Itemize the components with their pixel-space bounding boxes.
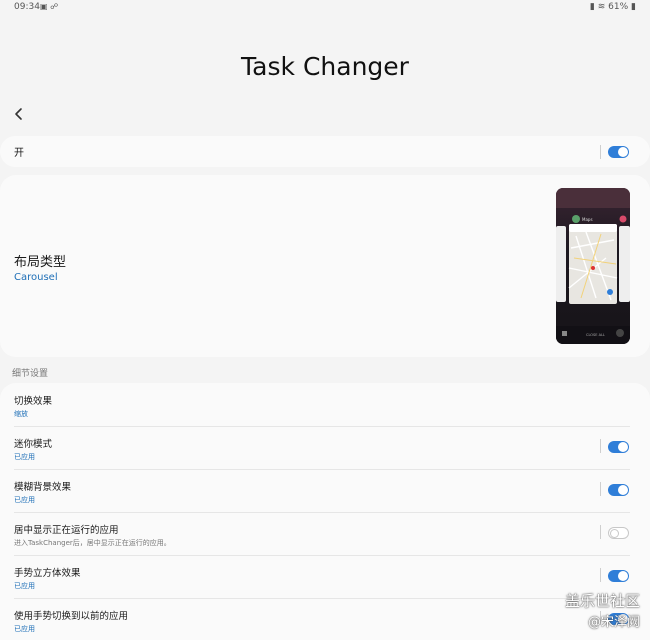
setting-row-mini-mode[interactable]: 迷你模式 已应用	[0, 426, 650, 469]
setting-subtitle: 已应用	[14, 582, 35, 590]
svg-text:CLOSE ALL: CLOSE ALL	[586, 333, 605, 337]
setting-subtitle: 已应用	[14, 625, 35, 633]
layout-type-card[interactable]: 布局类型 Carousel Maps CLOSE ALL	[0, 175, 650, 357]
setting-row-blur-background[interactable]: 模糊背景效果 已应用	[0, 469, 650, 512]
back-button[interactable]	[10, 104, 30, 124]
divider	[600, 482, 601, 496]
wifi-icon: ≋	[597, 2, 606, 12]
setting-title: 使用手势切换到以前的应用	[14, 611, 129, 622]
status-bar: 09:34 ▣ ☍ ▮ ≋ 61% ▮	[0, 0, 650, 16]
divider	[600, 568, 601, 582]
status-time: 09:34	[14, 2, 40, 12]
layout-type-value: Carousel	[14, 272, 58, 283]
setting-title: 迷你模式	[14, 439, 53, 450]
divider	[600, 439, 601, 453]
page-title: Task Changer	[241, 52, 409, 81]
master-switch-row[interactable]: 开	[0, 136, 650, 167]
setting-row-gesture-previous-app[interactable]: 使用手势切换到以前的应用 已应用	[0, 598, 650, 640]
battery-icon: ▮	[631, 2, 636, 12]
center-running-app-toggle[interactable]	[608, 527, 629, 539]
layout-type-title: 布局类型	[14, 255, 67, 270]
watermark-line-2: @宋泽阙	[587, 615, 640, 630]
gesture-cube-toggle[interactable]	[608, 570, 629, 582]
divider	[600, 525, 601, 539]
setting-row-switch-effect[interactable]: 切换效果 缩放	[0, 383, 650, 426]
setting-row-center-running-app[interactable]: 居中显示正在运行的应用 进入TaskChanger后，居中显示正在运行的应用。	[0, 512, 650, 555]
setting-subtitle: 已应用	[14, 496, 35, 504]
divider	[600, 145, 601, 159]
setting-description: 进入TaskChanger后，居中显示正在运行的应用。	[14, 539, 171, 547]
setting-row-gesture-cube[interactable]: 手势立方体效果 已应用	[0, 555, 650, 598]
detail-settings-card: 切换效果 缩放 迷你模式 已应用 模糊背景效果 已应用 居中显示正在运行的应用 …	[0, 383, 650, 640]
watermark-line-1: 盖乐世社区	[564, 592, 640, 610]
notification-icons: ▣ ☍	[40, 2, 59, 11]
setting-title: 切换效果	[14, 396, 53, 407]
mini-mode-toggle[interactable]	[608, 441, 629, 453]
section-header: 细节设置	[12, 369, 49, 379]
setting-title: 模糊背景效果	[14, 482, 72, 493]
status-right: ▮ ≋ 61% ▮	[590, 2, 636, 12]
back-arrow-icon	[15, 108, 22, 120]
battery-percent: 61%	[608, 2, 629, 12]
svg-text:Maps: Maps	[582, 217, 593, 222]
signal-icon: ▮	[589, 2, 595, 12]
master-switch-toggle[interactable]	[608, 146, 629, 158]
setting-title: 手势立方体效果	[14, 568, 81, 579]
setting-subtitle: 已应用	[14, 453, 35, 461]
layout-preview-image[interactable]: Maps CLOSE ALL	[556, 188, 630, 344]
community-watermark: 盖乐世社区 @宋泽阙	[565, 590, 640, 630]
blur-background-toggle[interactable]	[608, 484, 629, 496]
setting-subtitle: 缩放	[14, 410, 28, 418]
master-switch-label: 开	[14, 148, 24, 159]
setting-title: 居中显示正在运行的应用	[14, 525, 119, 536]
carousel-preview-graphic: Maps CLOSE ALL	[556, 188, 630, 344]
